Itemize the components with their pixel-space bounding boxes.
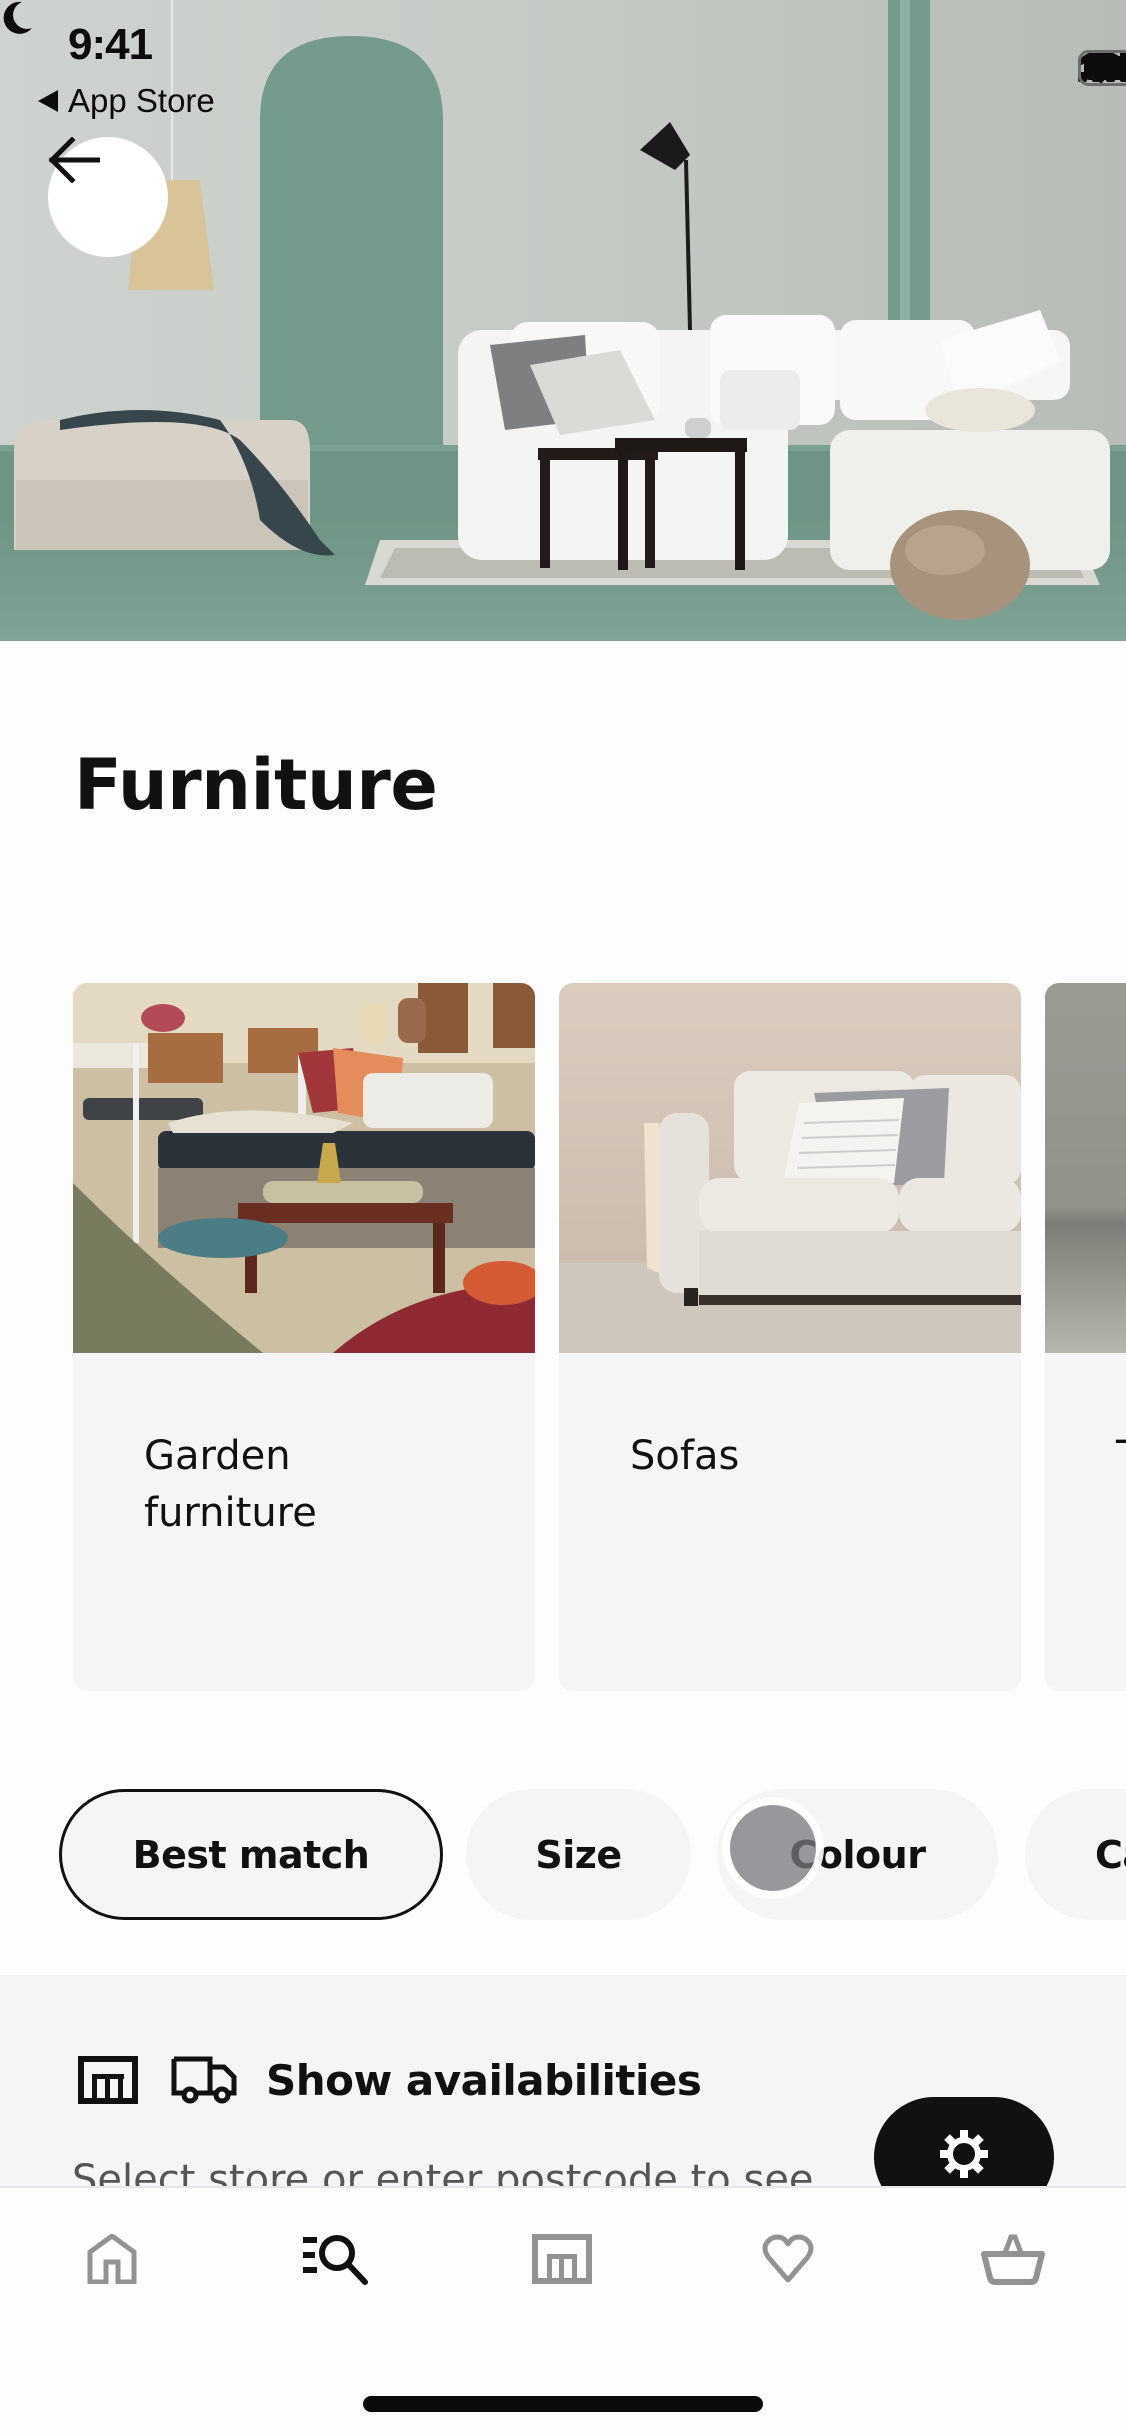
- category-label: Garden furniture: [144, 1433, 317, 1536]
- store-icon: [532, 2234, 592, 2284]
- basket-icon: [981, 2234, 1045, 2285]
- availability-subtitle: Select store or enter postcode to see: [72, 2157, 814, 2187]
- gear-icon: [940, 2130, 988, 2178]
- arrow-left-icon: [48, 137, 100, 183]
- store-icon: [78, 2056, 138, 2104]
- home-indicator: [363, 2396, 763, 2412]
- tab-favourites[interactable]: [743, 2224, 833, 2294]
- category-card-partial[interactable]: T: [1045, 983, 1126, 1691]
- filter-chip-bar[interactable]: Best match Size Colour Ca: [0, 1789, 1126, 1920]
- category-label: T: [1116, 1428, 1126, 1485]
- delivery-truck-icon: [171, 2056, 237, 2104]
- tab-stores[interactable]: [517, 2224, 607, 2294]
- tab-search[interactable]: [292, 2224, 382, 2294]
- category-image: [1045, 983, 1126, 1353]
- battery-icon: [1078, 50, 1126, 86]
- show-availabilities-label[interactable]: Show availabilities: [266, 2056, 702, 2105]
- category-carousel[interactable]: Garden furniture Sofas: [0, 983, 1126, 1691]
- category-label: Sofas: [630, 1433, 740, 1479]
- hero-image: 9:41 App Store: [0, 0, 1126, 641]
- back-button[interactable]: [48, 137, 168, 257]
- heart-icon: [762, 2234, 814, 2283]
- category-card-sofas[interactable]: Sofas: [559, 983, 1021, 1691]
- status-time: 9:41: [68, 20, 153, 69]
- category-card-garden-furniture[interactable]: Garden furniture: [73, 983, 535, 1691]
- chip-size[interactable]: Size: [466, 1789, 691, 1920]
- back-app-label: App Store: [68, 82, 215, 119]
- touch-indicator: [730, 1805, 816, 1891]
- chip-best-match[interactable]: Best match: [59, 1789, 443, 1920]
- back-to-app-store[interactable]: App Store: [38, 82, 215, 120]
- show-availabilities-row[interactable]: Show availabilities: [78, 2055, 702, 2105]
- moon-icon: [3, 1, 33, 34]
- category-image: [559, 983, 1021, 1353]
- category-image: [73, 983, 535, 1353]
- back-triangle-icon: [38, 90, 58, 112]
- page-title: Furniture: [74, 744, 438, 826]
- home-icon: [87, 2234, 137, 2284]
- search-icon: [303, 2235, 368, 2285]
- tab-basket[interactable]: [968, 2224, 1058, 2294]
- tab-home[interactable]: [67, 2224, 157, 2294]
- chip-partial[interactable]: Ca: [1025, 1789, 1126, 1920]
